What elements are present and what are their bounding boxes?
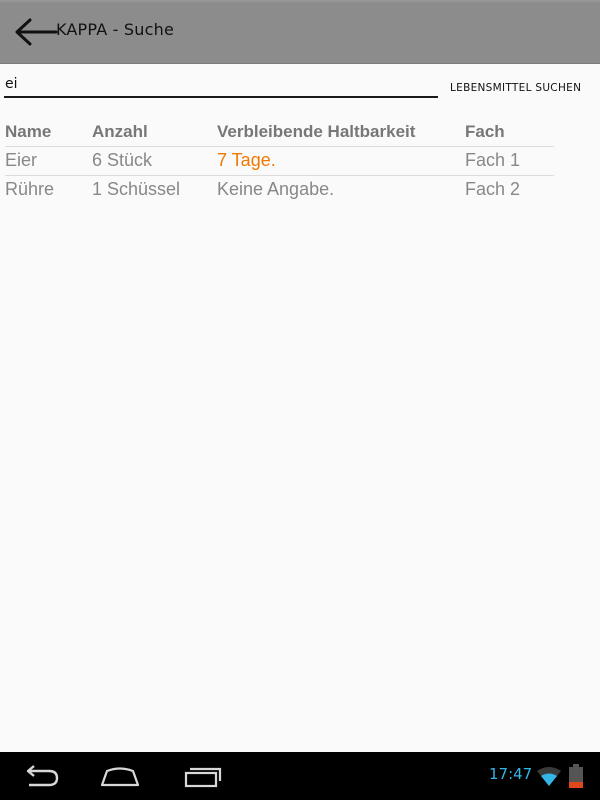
wifi-icon — [536, 766, 562, 792]
action-bar: KAPPA - Suche — [0, 0, 600, 64]
cell-name: Eier — [5, 146, 92, 176]
nav-recent-apps-icon — [184, 767, 222, 788]
nav-back-icon — [26, 765, 59, 787]
back-button[interactable] — [10, 14, 62, 50]
cell-quantity: 6 Stück — [92, 146, 217, 176]
battery-icon — [569, 764, 583, 792]
nav-home-button[interactable] — [98, 762, 142, 790]
app-root: KAPPA - Suche LEBENSMITTEL SUCHEN Name A… — [0, 0, 600, 800]
cell-compartment: Fach 2 — [465, 179, 521, 200]
column-header-quantity: Anzahl — [92, 118, 217, 147]
cell-shelf-life: 7 Tage. — [217, 146, 465, 176]
cell-compartment: Fach 1 — [465, 146, 554, 176]
column-header-shelf-life: Verbleibende Haltbarkeit — [217, 118, 465, 147]
results-table: Name Anzahl Verbleibende Haltbarkeit Fac… — [5, 118, 554, 204]
cell-shelf-life: Keine Angabe. — [217, 179, 335, 200]
nav-back-button[interactable] — [19, 762, 63, 790]
status-time: 17:47 — [489, 765, 533, 783]
nav-home-icon — [100, 767, 140, 787]
cell-name: Rühre — [5, 179, 55, 200]
page-title: KAPPA - Suche — [56, 20, 174, 39]
system-nav-bar: 17:47 — [0, 752, 600, 800]
table-row[interactable]: Rühre 1 Schüssel Keine Angabe. Fach 2 — [5, 175, 554, 204]
search-input[interactable] — [4, 72, 438, 98]
arrow-left-icon — [15, 18, 58, 46]
table-header-row: Name Anzahl Verbleibende Haltbarkeit Fac… — [5, 118, 554, 147]
search-row: LEBENSMITTEL SUCHEN — [0, 64, 600, 104]
cell-quantity: 1 Schüssel — [92, 179, 181, 200]
nav-recent-apps-button[interactable] — [180, 762, 224, 790]
search-food-button[interactable]: LEBENSMITTEL SUCHEN — [450, 78, 595, 98]
column-header-name: Name — [5, 118, 92, 147]
table-row[interactable]: Eier 6 Stück 7 Tage. Fach 1 — [5, 146, 554, 176]
column-header-compartment: Fach — [465, 118, 554, 147]
